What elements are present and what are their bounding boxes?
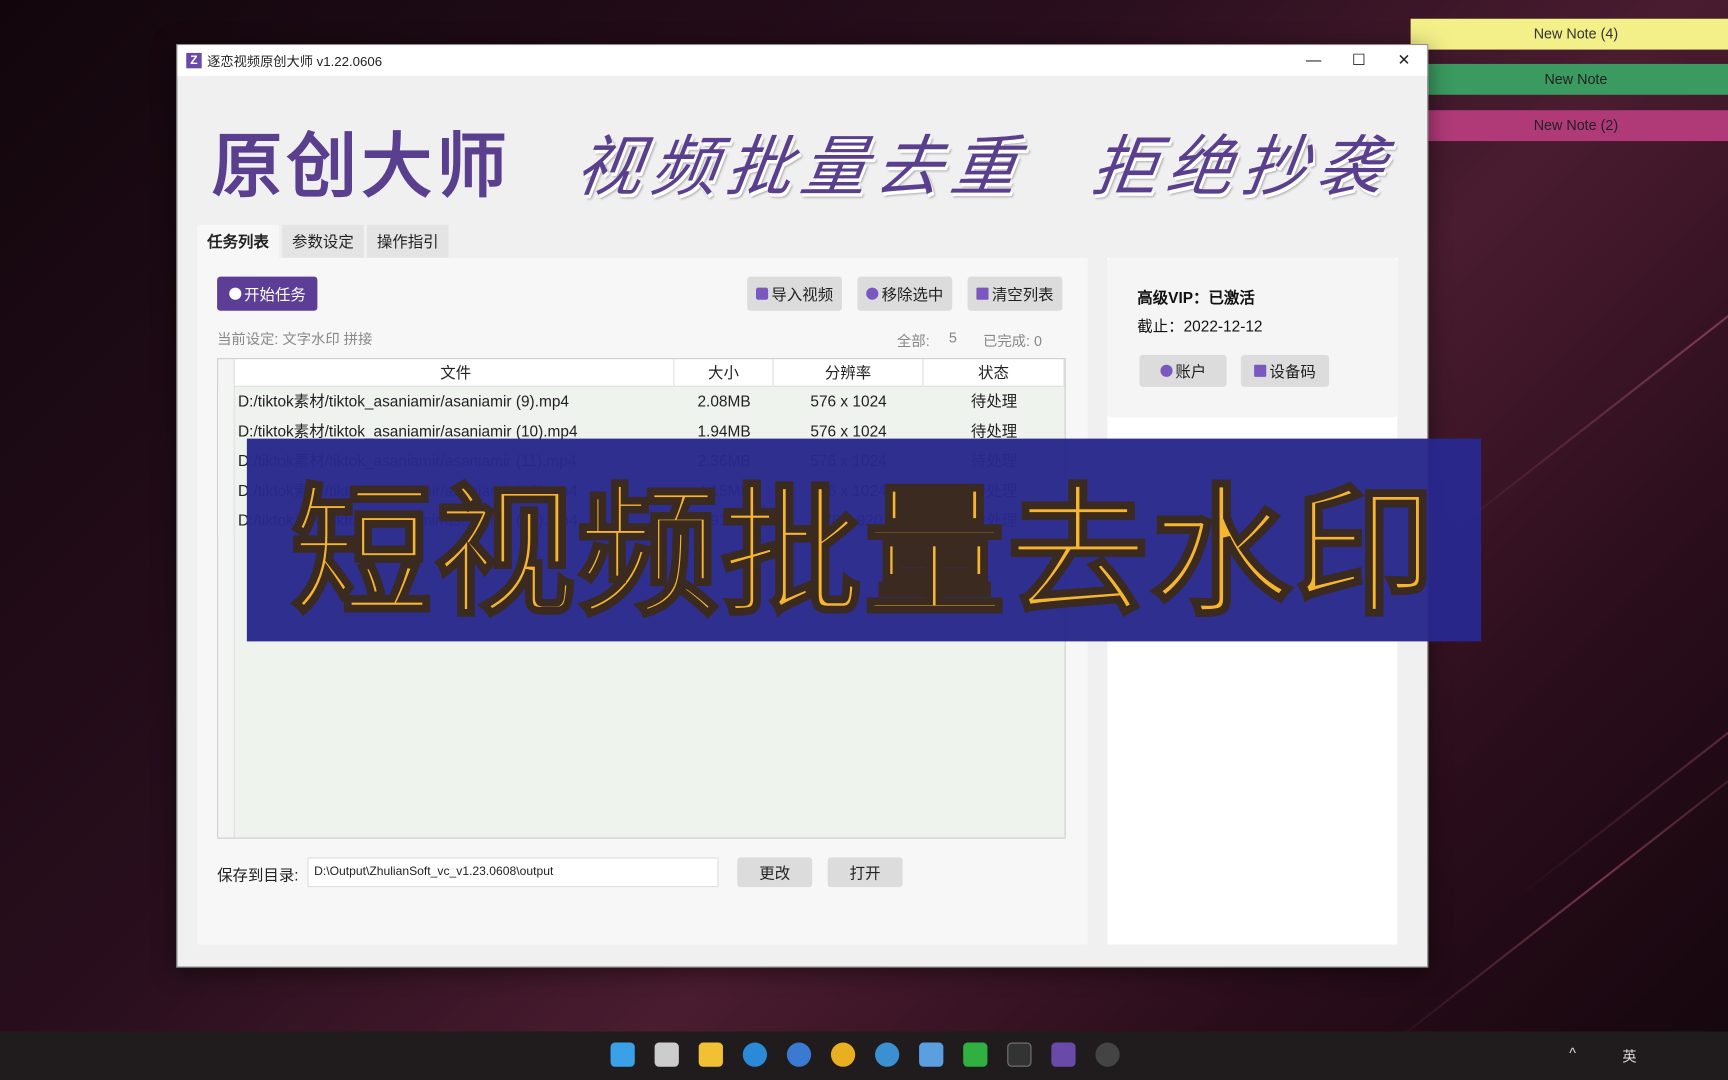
button-label: 移除选中 (881, 284, 944, 303)
open-dir-button[interactable]: 打开 (827, 857, 903, 888)
trash-icon (976, 287, 989, 300)
recorder-icon[interactable] (1095, 1042, 1120, 1067)
tab-bar: 任务列表 参数设定 操作指引 (197, 224, 449, 258)
table-header: 文件 大小 分辨率 状态 (234, 359, 1065, 387)
folder-plus-icon (755, 287, 769, 300)
remove-selected-button[interactable]: 移除选中 (857, 276, 953, 311)
cell-res: 576 x 1024 (810, 392, 887, 410)
maximize-button[interactable]: ☐ (1336, 45, 1382, 76)
banner-slogan: 视频批量去重 (571, 129, 1032, 204)
column-header[interactable]: 文件 (235, 359, 675, 386)
table-row[interactable]: 1D:/tiktok素材/tiktok_asaniamir/asaniamir … (218, 386, 1064, 417)
total-count: 5 (948, 329, 957, 347)
current-settings: 当前设定: 文字水印 拼接 (217, 330, 373, 348)
column-header[interactable]: 大小 (674, 359, 774, 386)
note-title: New Note (1544, 70, 1608, 88)
column-header[interactable]: 状态 (924, 359, 1065, 386)
tab-parameters[interactable]: 参数设定 (282, 224, 364, 258)
remote-desktop-icon[interactable] (919, 1042, 944, 1067)
tab-guide[interactable]: 操作指引 (366, 224, 449, 258)
total-label: 全部: (897, 332, 930, 350)
device-code-button[interactable]: 设备码 (1240, 354, 1330, 387)
minus-circle-icon (866, 287, 879, 300)
clear-list-button[interactable]: 清空列表 (967, 276, 1063, 311)
cell-status: 待处理 (970, 392, 1018, 410)
minimize-button[interactable]: — (1290, 45, 1336, 76)
column-header[interactable]: 分辨率 (774, 359, 924, 386)
sticky-note[interactable]: New Note (1410, 63, 1728, 95)
edge-icon[interactable] (742, 1042, 768, 1067)
expiry-date: 截止：2022-12-12 (1137, 317, 1263, 336)
sticky-note[interactable]: New Note (2) (1410, 110, 1728, 142)
start-task-button[interactable]: 开始任务 (217, 276, 318, 311)
note-title: New Note (2) (1533, 116, 1619, 134)
file-explorer-icon[interactable] (698, 1042, 723, 1067)
task-view-icon[interactable] (654, 1042, 679, 1067)
import-video-button[interactable]: 导入视频 (747, 276, 842, 311)
ime-indicator[interactable]: 英 (1622, 1045, 1636, 1066)
play-icon (228, 287, 241, 300)
button-label: 导入视频 (771, 284, 834, 303)
cell-file: D:/tiktok素材/tiktok_asaniamir/asaniamir (… (238, 392, 569, 410)
title-bar: Z 逐恋视频原创大师 v1.22.0606 — ☐ ✕ (177, 45, 1428, 77)
output-label: 保存到目录: (217, 866, 299, 884)
app-logo-icon: Z (186, 52, 202, 69)
app-logo-icon[interactable] (1051, 1042, 1076, 1067)
window-title: 逐恋视频原创大师 v1.22.0606 (207, 53, 383, 69)
banner-brand: 原创大师 (211, 126, 512, 209)
banner: 原创大师 视频批量去重 拒绝抄袭 (177, 111, 1427, 210)
desktop: New Note (4) New Note New Note (2) Z 逐恋视… (0, 0, 1728, 1080)
cell-size: 2.08MB (697, 392, 751, 410)
chevron-up-icon[interactable]: ^ (1569, 1045, 1576, 1062)
output-path-input[interactable]: D:\Output\ZhulianSoft_vc_v1.23.0608\outp… (307, 857, 719, 888)
user-icon (1159, 364, 1173, 377)
start-icon[interactable] (610, 1042, 635, 1067)
tab-task-list[interactable]: 任务列表 (197, 224, 279, 258)
button-label: 开始任务 (244, 284, 306, 303)
v-app-icon[interactable] (875, 1042, 900, 1067)
close-button[interactable]: ✕ (1381, 45, 1427, 76)
done-count: 已完成: 0 (983, 332, 1042, 350)
change-dir-button[interactable]: 更改 (737, 857, 813, 888)
banner-slogan: 拒绝抄袭 (1087, 129, 1398, 204)
vip-status: 高级VIP：已激活 (1137, 288, 1255, 307)
button-label: 清空列表 (991, 284, 1054, 303)
account-button[interactable]: 账户 (1139, 354, 1227, 387)
terminal-icon[interactable] (1007, 1042, 1032, 1067)
chrome-icon[interactable] (830, 1042, 856, 1067)
monitor-icon (1254, 364, 1267, 377)
sticky-note[interactable]: New Note (4) (1410, 18, 1728, 50)
taskbar: ^ 英 (0, 1031, 1728, 1080)
button-label: 账户 (1175, 362, 1207, 380)
button-label: 设备码 (1269, 362, 1316, 380)
wechat-icon[interactable] (963, 1042, 988, 1067)
note-title: New Note (4) (1533, 25, 1619, 42)
search-app-icon[interactable] (786, 1042, 812, 1067)
caption-text: 短视频批量去水印 (289, 469, 1438, 637)
video-caption-overlay: 短视频批量去水印 (246, 438, 1482, 642)
